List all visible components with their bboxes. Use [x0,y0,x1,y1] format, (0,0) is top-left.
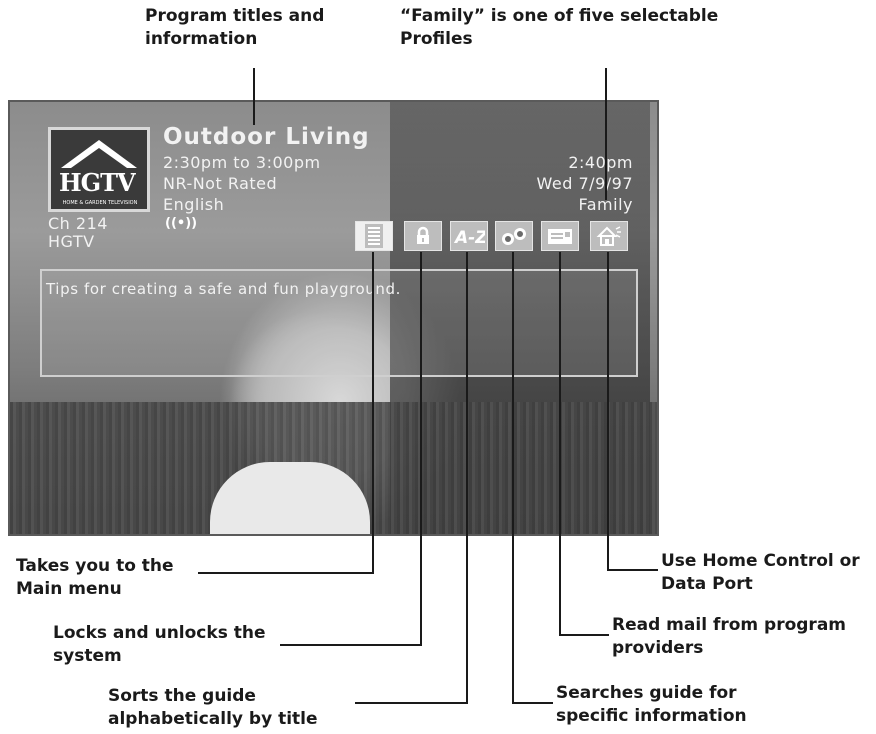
leader-lines [198,68,658,704]
leader-mail [559,252,609,636]
leader-search [512,252,553,704]
leader-home-control [607,252,658,571]
leader-lock [280,252,422,646]
leader-sort [355,252,468,704]
leader-main-menu [198,252,374,574]
